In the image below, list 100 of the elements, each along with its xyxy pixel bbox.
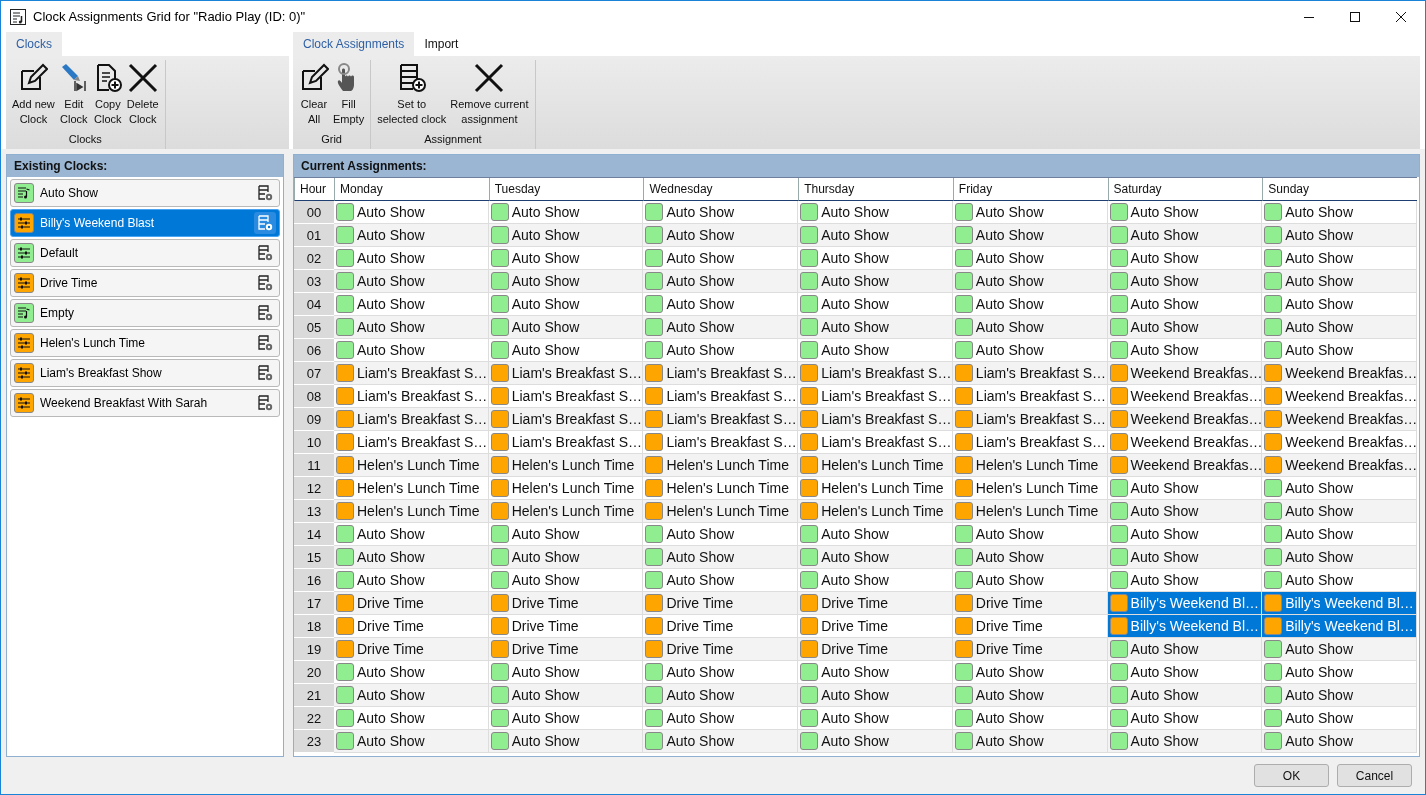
assignment-cell[interactable]: Auto Show bbox=[798, 270, 953, 293]
assignment-cell[interactable]: Drive Time bbox=[488, 615, 644, 638]
assignment-cell[interactable]: Auto Show bbox=[334, 224, 489, 247]
assignment-cell[interactable]: Auto Show bbox=[1262, 224, 1417, 247]
column-header[interactable]: Hour bbox=[294, 178, 334, 201]
assignment-cell[interactable]: Auto Show bbox=[1262, 638, 1417, 661]
clock-list-item[interactable]: Auto Show bbox=[10, 179, 280, 207]
assignment-cell[interactable]: Auto Show bbox=[1262, 270, 1417, 293]
assignment-cell[interactable]: Drive Time bbox=[334, 592, 489, 615]
assignment-cell[interactable]: Liam's Breakfast S… bbox=[334, 385, 489, 408]
assignment-cell[interactable]: Auto Show bbox=[488, 339, 644, 362]
assignment-cell[interactable]: Auto Show bbox=[1262, 730, 1417, 753]
assignment-cell[interactable]: Auto Show bbox=[1262, 339, 1417, 362]
assignment-cell[interactable]: Auto Show bbox=[643, 546, 799, 569]
assignment-cell[interactable]: Helen's Lunch Time bbox=[643, 477, 799, 500]
assignment-cell[interactable]: Liam's Breakfast S… bbox=[643, 385, 799, 408]
assignment-cell[interactable]: Weekend Breakfas… bbox=[1262, 431, 1417, 454]
assignment-cell[interactable]: Auto Show bbox=[1107, 270, 1263, 293]
assignment-cell[interactable]: Auto Show bbox=[1262, 500, 1417, 523]
assignment-cell[interactable]: Auto Show bbox=[488, 293, 644, 316]
assignment-cell[interactable]: Billy's Weekend Bl… bbox=[1262, 592, 1417, 615]
assignment-cell[interactable]: Auto Show bbox=[488, 707, 644, 730]
assignment-cell[interactable]: Auto Show bbox=[1262, 661, 1417, 684]
ribbon-button[interactable]: Add new Clock bbox=[10, 60, 57, 133]
assignment-cell[interactable]: Auto Show bbox=[952, 523, 1108, 546]
assignment-cell[interactable]: Liam's Breakfast S… bbox=[488, 362, 644, 385]
assignment-cell[interactable]: Weekend Breakfas… bbox=[1262, 385, 1417, 408]
column-header[interactable]: Tuesday bbox=[488, 178, 644, 201]
assignment-cell[interactable]: Auto Show bbox=[643, 523, 799, 546]
assignment-cell[interactable]: Weekend Breakfas… bbox=[1262, 408, 1417, 431]
assignment-cell[interactable]: Auto Show bbox=[334, 339, 489, 362]
assignment-cell[interactable]: Auto Show bbox=[1107, 477, 1263, 500]
assignment-cell[interactable]: Auto Show bbox=[1262, 247, 1417, 270]
assignment-cell[interactable]: Auto Show bbox=[952, 730, 1108, 753]
assignment-cell[interactable]: Auto Show bbox=[1262, 316, 1417, 339]
assignment-cell[interactable]: Auto Show bbox=[488, 224, 644, 247]
assignment-cell[interactable]: Helen's Lunch Time bbox=[798, 477, 953, 500]
assignment-cell[interactable]: Liam's Breakfast S… bbox=[334, 408, 489, 431]
maximize-icon[interactable] bbox=[1349, 10, 1361, 23]
ribbon-tab[interactable]: Import bbox=[414, 32, 469, 56]
assignment-cell[interactable]: Auto Show bbox=[798, 730, 953, 753]
clock-list-item[interactable]: Helen's Lunch Time bbox=[10, 329, 280, 357]
assignment-cell[interactable]: Liam's Breakfast S… bbox=[798, 362, 953, 385]
assignment-cell[interactable]: Auto Show bbox=[1107, 293, 1263, 316]
assignment-cell[interactable]: Auto Show bbox=[334, 707, 489, 730]
assignment-cell[interactable]: Weekend Breakfas… bbox=[1107, 431, 1263, 454]
ribbon-button[interactable]: Fill Empty bbox=[331, 60, 367, 133]
assignment-cell[interactable]: Auto Show bbox=[488, 546, 644, 569]
assignment-cell[interactable]: Weekend Breakfas… bbox=[1107, 454, 1263, 477]
assignment-cell[interactable]: Auto Show bbox=[334, 661, 489, 684]
assignment-cell[interactable]: Drive Time bbox=[643, 592, 799, 615]
assignment-cell[interactable]: Auto Show bbox=[334, 684, 489, 707]
assignment-cell[interactable]: Liam's Breakfast S… bbox=[952, 362, 1108, 385]
assignment-cell[interactable]: Auto Show bbox=[1262, 569, 1417, 592]
assignment-cell[interactable]: Auto Show bbox=[643, 270, 799, 293]
assignment-cell[interactable]: Auto Show bbox=[643, 201, 799, 224]
assignment-cell[interactable]: Auto Show bbox=[798, 224, 953, 247]
ribbon-tab[interactable]: Clock Assignments bbox=[293, 32, 415, 56]
assignment-cell[interactable]: Liam's Breakfast S… bbox=[488, 408, 644, 431]
assignment-cell[interactable]: Liam's Breakfast S… bbox=[334, 431, 489, 454]
assignment-cell[interactable]: Auto Show bbox=[1107, 730, 1263, 753]
assignment-cell[interactable]: Auto Show bbox=[334, 546, 489, 569]
clock-list-item[interactable]: Billy's Weekend Blast bbox=[10, 209, 280, 237]
ribbon-tab[interactable]: Clocks bbox=[6, 32, 62, 56]
assignment-cell[interactable]: Liam's Breakfast S… bbox=[643, 431, 799, 454]
assignment-cell[interactable]: Auto Show bbox=[798, 684, 953, 707]
assignment-cell[interactable]: Auto Show bbox=[1262, 684, 1417, 707]
assignment-cell[interactable]: Auto Show bbox=[798, 293, 953, 316]
assignment-cell[interactable]: Auto Show bbox=[334, 247, 489, 270]
assignment-cell[interactable]: Auto Show bbox=[1262, 293, 1417, 316]
assignment-cell[interactable]: Liam's Breakfast S… bbox=[952, 385, 1108, 408]
assignment-cell[interactable]: Auto Show bbox=[643, 707, 799, 730]
assignment-cell[interactable]: Auto Show bbox=[798, 339, 953, 362]
column-header[interactable]: Saturday bbox=[1107, 178, 1263, 201]
column-header[interactable]: Monday bbox=[334, 178, 489, 201]
assignment-cell[interactable]: Auto Show bbox=[643, 730, 799, 753]
assignment-cell[interactable]: Weekend Breakfas… bbox=[1107, 408, 1263, 431]
assignment-cell[interactable]: Drive Time bbox=[798, 638, 953, 661]
assignment-cell[interactable]: Auto Show bbox=[334, 316, 489, 339]
assignment-cell[interactable]: Helen's Lunch Time bbox=[643, 500, 799, 523]
assignment-cell[interactable]: Drive Time bbox=[334, 615, 489, 638]
assignment-cell[interactable]: Auto Show bbox=[1262, 477, 1417, 500]
assignment-cell[interactable]: Auto Show bbox=[1107, 523, 1263, 546]
assignment-cell[interactable]: Billy's Weekend Bl… bbox=[1107, 615, 1263, 638]
assignment-cell[interactable]: Helen's Lunch Time bbox=[798, 454, 953, 477]
assignment-cell[interactable]: Auto Show bbox=[643, 316, 799, 339]
assignment-cell[interactable]: Auto Show bbox=[334, 569, 489, 592]
assignment-cell[interactable]: Auto Show bbox=[334, 730, 489, 753]
assignment-cell[interactable]: Auto Show bbox=[798, 201, 953, 224]
clock-list-item[interactable]: Weekend Breakfast With Sarah bbox=[10, 389, 280, 417]
assignment-cell[interactable]: Auto Show bbox=[1107, 247, 1263, 270]
assignment-cell[interactable]: Drive Time bbox=[643, 615, 799, 638]
assignment-cell[interactable]: Auto Show bbox=[1107, 661, 1263, 684]
dialog-button[interactable]: OK bbox=[1254, 764, 1329, 787]
clock-list-item[interactable]: Default bbox=[10, 239, 280, 267]
assignment-cell[interactable]: Auto Show bbox=[1107, 224, 1263, 247]
assignment-cell[interactable]: Liam's Breakfast S… bbox=[798, 385, 953, 408]
dialog-button[interactable]: Cancel bbox=[1337, 764, 1412, 787]
assignment-cell[interactable]: Auto Show bbox=[952, 316, 1108, 339]
ribbon-button[interactable]: Edit Clock bbox=[56, 60, 91, 133]
